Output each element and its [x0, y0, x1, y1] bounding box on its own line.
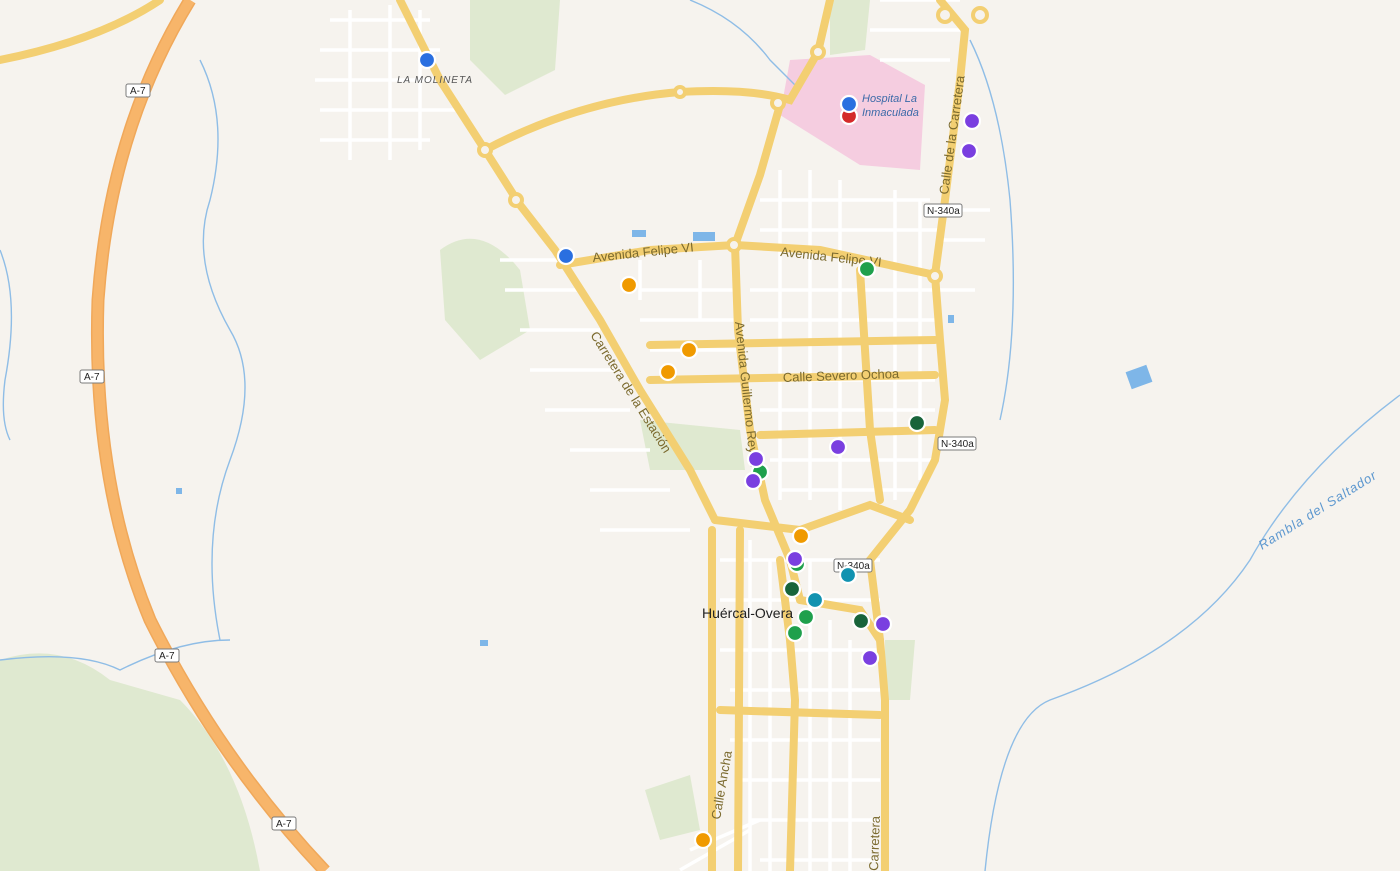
map-marker-darkgreen[interactable]	[907, 413, 927, 433]
map-marker-purple[interactable]	[860, 648, 880, 668]
map-marker-orange[interactable]	[693, 830, 713, 850]
map-marker-blue[interactable]	[417, 50, 437, 70]
map-marker-darkgreen[interactable]	[782, 579, 802, 599]
map-marker-purple[interactable]	[828, 437, 848, 457]
map-marker-orange[interactable]	[791, 526, 811, 546]
map-marker-orange[interactable]	[658, 362, 678, 382]
map-canvas[interactable]: Avenida Felipe VI Avenida Felipe VI Carr…	[0, 0, 1400, 871]
svg-text:A-7: A-7	[130, 86, 146, 97]
road-shield-a7-2: A-7	[79, 369, 105, 384]
svg-text:A-7: A-7	[84, 372, 100, 383]
road-shield-a7-3: A-7	[154, 648, 180, 663]
place-label-town: Huércal-Overa	[702, 605, 793, 621]
map-marker-purple[interactable]	[743, 471, 763, 491]
map-marker-purple[interactable]	[959, 141, 979, 161]
svg-text:N-340a: N-340a	[941, 439, 974, 450]
map-marker-purple[interactable]	[962, 111, 982, 131]
map-marker-darkgreen[interactable]	[851, 611, 871, 631]
map-marker-green[interactable]	[796, 607, 816, 627]
svg-text:A-7: A-7	[159, 651, 175, 662]
map-marker-orange[interactable]	[619, 275, 639, 295]
map-marker-teal[interactable]	[838, 565, 858, 585]
place-label-molineta: LA MOLINETA	[397, 75, 473, 86]
svg-text:N-340a: N-340a	[927, 206, 960, 217]
street-label-carretera-s: Carretera	[866, 815, 883, 871]
map-marker-orange[interactable]	[679, 340, 699, 360]
map-marker-purple[interactable]	[873, 614, 893, 634]
map-marker-blue[interactable]	[839, 94, 859, 114]
svg-text:A-7: A-7	[276, 819, 292, 830]
map-marker-green[interactable]	[857, 259, 877, 279]
map-marker-purple[interactable]	[785, 549, 805, 569]
road-shield-n340a-1: N-340a	[923, 203, 963, 218]
map-marker-purple[interactable]	[746, 449, 766, 469]
road-shield-n340a-2: N-340a	[937, 436, 977, 451]
road-shield-a7-4: A-7	[271, 816, 297, 831]
map-marker-blue[interactable]	[556, 246, 576, 266]
map-marker-teal[interactable]	[805, 590, 825, 610]
road-shield-a7-1: A-7	[125, 83, 151, 98]
map-marker-green[interactable]	[785, 623, 805, 643]
